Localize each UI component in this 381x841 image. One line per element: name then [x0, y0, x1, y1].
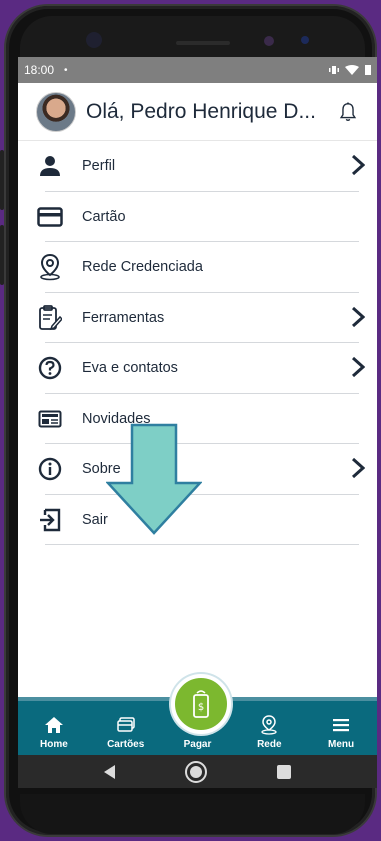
vibrate-icon — [328, 66, 339, 75]
nav-network[interactable]: Rede — [233, 701, 305, 755]
menu-item-label: Rede Credenciada — [82, 259, 203, 276]
pay-button[interactable]: $ — [171, 674, 231, 734]
news-icon — [36, 405, 64, 433]
status-time: 18:00 — [24, 63, 55, 77]
person-icon — [36, 152, 64, 180]
wifi-icon — [344, 65, 359, 76]
earpiece-speaker — [176, 41, 230, 45]
avatar[interactable] — [36, 91, 76, 132]
menu-item-ferramentas[interactable]: Ferramentas — [18, 293, 377, 343]
system-nav-bar — [18, 755, 377, 788]
menu-item-label: Sair — [82, 511, 108, 528]
nav-home[interactable]: Home — [18, 701, 90, 755]
clipboard-edit-icon — [36, 304, 64, 332]
notification-dot: • — [64, 64, 68, 76]
divider — [45, 544, 359, 545]
menu-item-perfil[interactable]: Perfil — [18, 141, 377, 192]
logout-icon — [36, 506, 64, 534]
side-menu: Perfil Cartão Rede Credenciada Ferrament — [18, 141, 377, 545]
phone-bottom-bezel — [20, 794, 365, 834]
phone-pay-icon: $ — [193, 690, 209, 718]
nav-label: Menu — [328, 739, 355, 750]
battery-icon — [365, 65, 371, 76]
nav-label: Cartões — [107, 739, 145, 750]
app-header: Olá, Pedro Henrique D... — [18, 83, 377, 141]
hamburger-icon — [333, 719, 350, 732]
svg-text:$: $ — [198, 702, 204, 713]
front-camera — [86, 32, 102, 48]
proximity-sensor — [264, 36, 274, 46]
status-bar: 18:00 • — [18, 57, 377, 83]
status-icons — [328, 64, 371, 76]
nav-menu[interactable]: Menu — [305, 701, 377, 755]
bell-icon[interactable] — [337, 101, 359, 123]
app-screen: 18:00 • Olá, Pedro Henrique D... Perfil — [18, 57, 377, 788]
nav-label: Rede — [257, 739, 282, 750]
home-circle-icon[interactable] — [185, 760, 207, 783]
chevron-right-icon — [351, 356, 365, 378]
menu-item-label: Perfil — [82, 158, 116, 175]
back-icon[interactable] — [104, 764, 115, 779]
menu-item-rede-credenciada[interactable]: Rede Credenciada — [18, 242, 377, 293]
light-sensor — [301, 36, 309, 44]
location-pin-icon — [261, 715, 277, 735]
chevron-right-icon — [351, 306, 365, 327]
info-icon — [36, 455, 64, 483]
chevron-right-icon — [351, 457, 365, 479]
power-button — [0, 225, 4, 285]
menu-item-label: Ferramentas — [82, 309, 165, 326]
location-pin-icon — [36, 253, 64, 281]
card-icon — [36, 203, 64, 231]
nav-cards[interactable]: Cartões — [90, 701, 162, 755]
cards-icon — [116, 717, 135, 732]
menu-item-label: Eva e contatos — [82, 360, 178, 377]
help-circle-icon — [36, 354, 64, 382]
down-arrow-annotation-icon — [106, 423, 202, 535]
menu-item-cartao[interactable]: Cartão — [18, 192, 377, 242]
volume-button — [0, 150, 4, 210]
chevron-right-icon — [351, 154, 365, 176]
recent-apps-icon[interactable] — [277, 764, 291, 779]
greeting-text: Olá, Pedro Henrique D... — [86, 99, 316, 123]
home-icon — [44, 717, 63, 733]
menu-item-label: Cartão — [82, 208, 126, 225]
nav-label: Pagar — [183, 739, 212, 750]
menu-item-eva-contatos[interactable]: Eva e contatos — [18, 343, 377, 394]
nav-label: Home — [40, 739, 68, 750]
